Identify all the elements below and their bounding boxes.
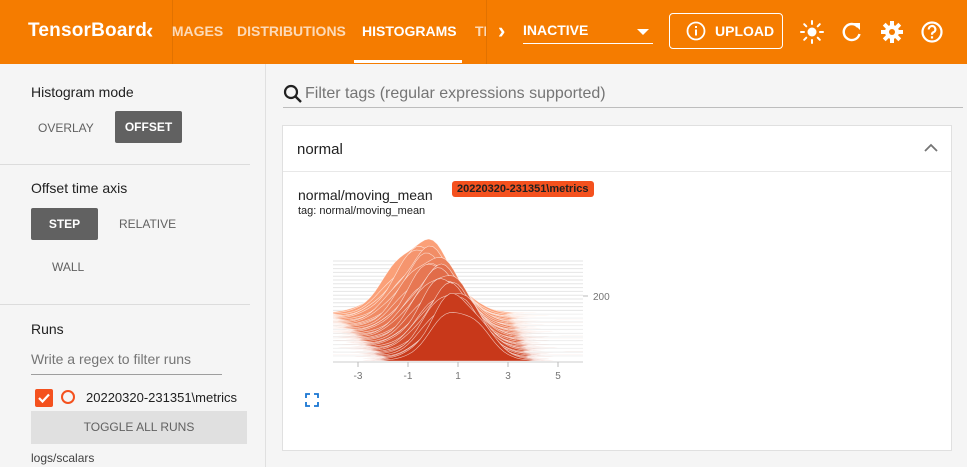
top-app-bar: TensorBoard ‹ IMAGES DISTRIBUTIONS HISTO… [0,0,967,64]
tag-group-card: normal normal/moving_mean tag: normal/mo… [282,125,952,451]
active-tab-indicator [354,60,462,63]
run-checkbox[interactable] [35,389,53,407]
logdir-label: logs/scalars [31,451,95,465]
run-list-item[interactable]: 20220320-231351\metrics [35,388,255,408]
toggle-all-runs-button[interactable]: TOGGLE ALL RUNS [31,411,247,444]
sun-icon[interactable] [799,19,825,45]
x-tick-label: 5 [555,371,561,382]
step-button[interactable]: STEP [31,208,98,240]
y-tick-label: 200 [593,292,610,303]
run-chip: 20220320-231351\metrics [452,181,594,197]
wall-button[interactable]: WALL [52,260,84,274]
run-name: 20220320-231351\metrics [86,390,238,405]
runs-title: Runs [31,321,64,337]
sidebar-divider [0,164,250,165]
x-tick-label: -1 [404,371,413,382]
tag-group-title: normal [297,141,343,158]
tab-divider-left [172,0,173,64]
offset-button[interactable]: OFFSET [115,111,182,143]
tab-images[interactable]: IMAGES [172,23,223,39]
fullscreen-icon[interactable] [305,393,319,407]
overlay-button[interactable]: OVERLAY [38,121,94,135]
chevron-left-icon[interactable]: ‹ [146,18,153,44]
app-title: TensorBoard [28,20,148,41]
sidebar-divider [0,304,250,305]
tag-filter-input[interactable]: Filter tags (regular expressions support… [283,82,963,108]
main-content: Filter tags (regular expressions support… [267,64,967,467]
histogram-chart: -3 -1 1 3 5 200 [332,238,610,382]
chevron-right-icon[interactable]: › [498,18,505,44]
refresh-icon[interactable] [839,19,865,45]
relative-button[interactable]: RELATIVE [119,217,176,231]
tab-time-series[interactable]: TIME SERIES [475,23,486,39]
dropdown-arrow-icon [637,29,649,35]
run-color-radio[interactable] [61,390,75,404]
tab-divider-right [486,0,487,64]
x-tick-label: 1 [455,371,461,382]
upload-button[interactable]: UPLOAD [669,13,783,49]
sidebar: Histogram mode OVERLAY OFFSET Offset tim… [0,64,266,467]
x-tick-label: 3 [505,371,511,382]
tab-distributions[interactable]: DISTRIBUTIONS [237,23,346,39]
checkmark-icon [38,393,50,404]
x-tick-label: -3 [354,371,363,382]
chevron-up-icon[interactable] [923,142,939,154]
inactive-plugins-value: INACTIVE [523,22,589,38]
help-icon[interactable] [919,19,945,45]
upload-label: UPLOAD [715,23,775,39]
tag-group-header[interactable]: normal [283,126,951,172]
histogram-mode-title: Histogram mode [31,84,134,100]
plugin-tabs: IMAGES DISTRIBUTIONS HISTOGRAMS TIME SER… [172,0,486,64]
gear-icon[interactable] [879,19,905,45]
inactive-plugins-select[interactable]: INACTIVE [523,22,653,44]
info-icon [686,21,706,41]
offset-time-axis-title: Offset time axis [31,180,128,196]
tag-filter-placeholder: Filter tags (regular expressions support… [305,85,606,102]
chart-tag-line: tag: normal/moving_mean [298,205,426,217]
tab-histograms[interactable]: HISTOGRAMS [362,23,457,39]
chart-title: normal/moving_mean [298,187,433,203]
run-filter-input[interactable]: Write a regex to filter runs [31,347,222,375]
search-icon [283,84,302,103]
